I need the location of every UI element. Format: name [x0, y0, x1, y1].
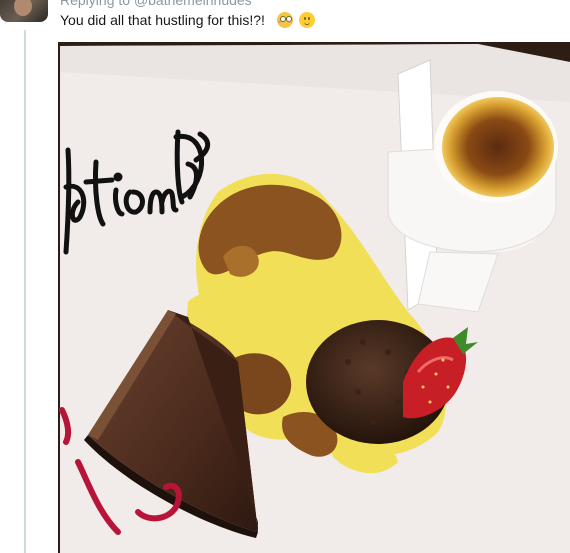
smiling-face-emoji	[298, 12, 315, 28]
avatar[interactable]	[0, 0, 48, 22]
replying-handle-link[interactable]: @bathemeinnudes	[134, 0, 252, 8]
replying-prefix: Replying to	[60, 0, 131, 8]
tweet-body: You did all that hustling for this!?!	[60, 12, 315, 28]
tweet-media-photo[interactable]	[58, 42, 570, 553]
tweet-text: You did all that hustling for this!?!	[60, 12, 265, 28]
thread-connector-line	[24, 30, 26, 553]
dessert-plate-photo	[58, 42, 570, 553]
flushed-face-emoji	[276, 12, 293, 28]
avatar-face	[14, 0, 32, 16]
replying-to-line: Replying to @bathemeinnudes	[60, 0, 252, 8]
